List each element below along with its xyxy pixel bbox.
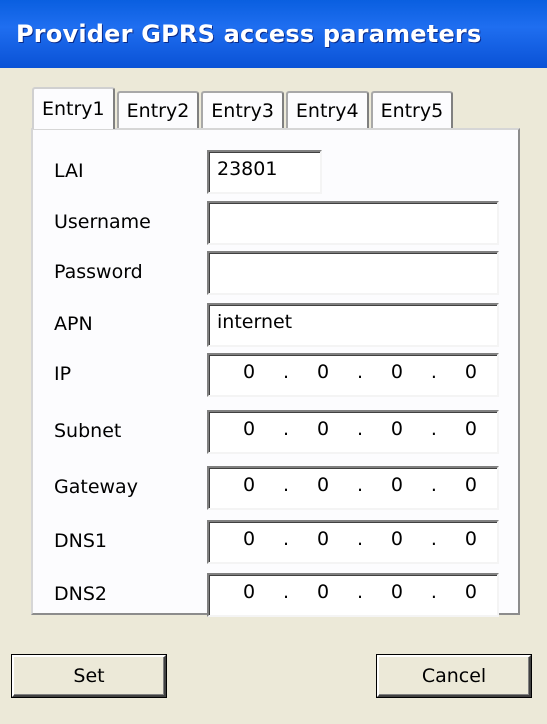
lai-label: LAI	[54, 160, 84, 182]
subnet-field[interactable]: 0. 0. 0. 0	[207, 410, 499, 454]
ip-dot: .	[430, 528, 437, 550]
lai-field[interactable]: 23801	[207, 150, 322, 194]
title-bar[interactable]: Provider GPRS access parameters	[0, 0, 547, 68]
tab-strip: Entry1 Entry2 Entry3 Entry4 Entry5	[32, 87, 455, 129]
ip-dot: .	[283, 581, 290, 603]
gateway-label: Gateway	[54, 476, 138, 498]
ip-dot: .	[430, 581, 437, 603]
apn-label: APN	[54, 313, 93, 335]
username-row: Username	[33, 201, 518, 245]
ip-label: IP	[54, 363, 72, 385]
username-label: Username	[54, 211, 151, 233]
dns2-field[interactable]: 0. 0. 0. 0	[207, 573, 499, 617]
subnet-row: Subnet 0. 0. 0. 0	[33, 410, 518, 454]
ip-octet[interactable]: 0	[465, 361, 477, 389]
gateway-row: Gateway 0. 0. 0. 0	[33, 466, 518, 510]
subnet-octet[interactable]: 0	[391, 418, 403, 446]
dns2-octet[interactable]: 0	[317, 581, 329, 609]
subnet-octet[interactable]: 0	[465, 418, 477, 446]
tab-entry1[interactable]: Entry1	[32, 87, 115, 129]
subnet-label: Subnet	[54, 420, 122, 442]
ip-dot: .	[283, 418, 290, 440]
gateway-octet[interactable]: 0	[317, 474, 329, 502]
ip-dot: .	[430, 361, 437, 383]
dns1-row: DNS1 0. 0. 0. 0	[33, 520, 518, 564]
apn-row: APN internet	[33, 303, 518, 347]
ip-octet[interactable]: 0	[317, 361, 329, 389]
gateway-field[interactable]: 0. 0. 0. 0	[207, 466, 499, 510]
ip-dot: .	[430, 474, 437, 496]
dns2-octet[interactable]: 0	[391, 581, 403, 609]
ip-dot: .	[356, 361, 363, 383]
gateway-octet[interactable]: 0	[391, 474, 403, 502]
tab-panel: LAI 23801 Username Password APN internet…	[31, 128, 520, 617]
ip-octet[interactable]: 0	[243, 361, 255, 389]
dns1-octet[interactable]: 0	[243, 528, 255, 556]
subnet-octet[interactable]: 0	[317, 418, 329, 446]
password-label: Password	[54, 261, 143, 283]
ip-dot: .	[283, 474, 290, 496]
dns1-octet[interactable]: 0	[465, 528, 477, 556]
dns1-field[interactable]: 0. 0. 0. 0	[207, 520, 499, 564]
dns1-octet[interactable]: 0	[391, 528, 403, 556]
ip-dot: .	[283, 361, 290, 383]
ip-dot: .	[356, 528, 363, 550]
ip-dot: .	[283, 528, 290, 550]
password-field[interactable]	[207, 251, 499, 295]
dns2-octet[interactable]: 0	[243, 581, 255, 609]
ip-address-field[interactable]: 0. 0. 0. 0	[207, 353, 499, 397]
tab-entry3[interactable]: Entry3	[201, 91, 284, 129]
window-title: Provider GPRS access parameters	[16, 20, 482, 48]
set-button[interactable]: Set	[12, 655, 166, 697]
dns2-label: DNS2	[54, 583, 107, 605]
ip-dot: .	[356, 581, 363, 603]
lai-row: LAI 23801	[33, 150, 518, 194]
dns1-octet[interactable]: 0	[317, 528, 329, 556]
ip-dot: .	[356, 474, 363, 496]
username-field[interactable]	[207, 201, 499, 245]
ip-dot: .	[356, 418, 363, 440]
tab-entry4[interactable]: Entry4	[285, 91, 369, 129]
cancel-button[interactable]: Cancel	[377, 655, 531, 697]
dns2-octet[interactable]: 0	[465, 581, 477, 609]
tab-entry2[interactable]: Entry2	[116, 91, 200, 129]
ip-row: IP 0. 0. 0. 0	[33, 353, 518, 397]
dns2-row: DNS2 0. 0. 0. 0	[33, 573, 518, 617]
password-row: Password	[33, 251, 518, 295]
gateway-octet[interactable]: 0	[465, 474, 477, 502]
gateway-octet[interactable]: 0	[243, 474, 255, 502]
ip-dot: .	[430, 418, 437, 440]
apn-field[interactable]: internet	[207, 303, 499, 347]
subnet-octet[interactable]: 0	[243, 418, 255, 446]
dns1-label: DNS1	[54, 530, 107, 552]
tab-entry5[interactable]: Entry5	[370, 91, 454, 129]
ip-octet[interactable]: 0	[391, 361, 403, 389]
